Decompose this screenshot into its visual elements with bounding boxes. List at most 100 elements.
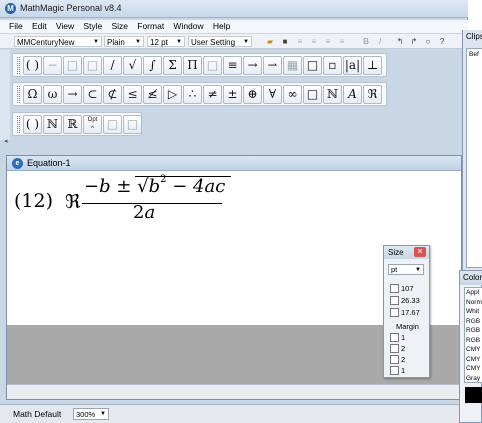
subscript-template[interactable]: □ [123,115,142,134]
infinity-symbol[interactable]: ∞ [283,85,302,104]
parentheses-template[interactable]: ( ) [23,56,42,75]
slash-template[interactable]: / [103,56,122,75]
triangle-symbol[interactable]: ▷ [163,85,182,104]
align-center-button[interactable]: ≡ [308,36,320,47]
color-item[interactable]: RGB [465,326,482,336]
margin-value-3: 2 [401,355,406,364]
not-less-equal-symbol[interactable]: ≰ [143,85,162,104]
grip-handle[interactable] [17,57,20,74]
parentheses-template[interactable]: ( ) [23,115,42,134]
size-row-3[interactable]: 17.67 [390,308,420,317]
menu-style[interactable]: Style [83,20,102,33]
menu-view[interactable]: View [56,20,74,33]
subset-symbol[interactable]: ⊂ [83,85,102,104]
margin-row-1[interactable]: 1 [390,333,405,342]
setting-select[interactable]: User Setting ▼ [188,36,252,47]
matrix-template[interactable]: ▦ [283,56,302,75]
align-right-button[interactable]: ≡ [322,36,334,47]
zoom-button[interactable]: ○ [422,36,434,47]
fraktur-r-symbol[interactable]: ℜ [363,85,382,104]
product-template[interactable]: Π [183,56,202,75]
double-n-symbol[interactable]: ℕ [43,115,62,134]
option-button[interactable]: Opt ^ [83,115,102,134]
script-a-symbol[interactable]: A [343,85,362,104]
horizontal-scrollbar[interactable] [7,384,461,399]
margin-row-2[interactable]: 2 [390,344,405,353]
color-item[interactable]: CMY [465,364,482,374]
harpoon-template[interactable]: ⇀ [263,56,282,75]
zoom-select[interactable]: 300% ▼ [73,408,109,420]
script-template[interactable]: ▫ [323,56,342,75]
help-button[interactable]: ? [436,36,448,47]
therefore-symbol[interactable]: ∴ [183,85,202,104]
size-value-3: 17.67 [401,308,420,317]
color-palette: Color Appl Norm Whit RGB RGB RGB CMY CMY… [459,270,482,423]
close-icon[interactable]: ✕ [414,247,426,257]
bold-button[interactable]: B [360,36,372,47]
open-folder-icon[interactable]: ▰ [264,36,276,47]
omega-upper-symbol[interactable]: Ω [23,85,42,104]
save-icon[interactable]: ■ [279,36,291,47]
margin-icon [390,333,399,342]
align-left-button[interactable]: ≡ [294,36,306,47]
grip-handle[interactable] [17,86,20,103]
margin-row-4[interactable]: 1 [390,366,405,375]
menu-help[interactable]: Help [213,20,230,33]
size-row-1[interactable]: 107 [390,284,414,293]
clipboard-entry[interactable]: Bef [469,51,479,58]
align-justify-button[interactable]: ≡ [336,36,348,47]
square-symbol[interactable]: □ [303,85,322,104]
color-item[interactable]: CMY [465,345,482,355]
grip-handle[interactable] [17,116,20,133]
box-template[interactable]: □ [303,56,322,75]
right-arrow-symbol[interactable]: → [63,85,82,104]
menu-file[interactable]: File [9,20,23,33]
fraction-template[interactable]: − [43,56,62,75]
arrow-template[interactable]: → [243,56,262,75]
current-color-swatch[interactable] [465,387,482,403]
plus-minus-symbol[interactable]: ± [223,85,242,104]
double-n-symbol[interactable]: ℕ [323,85,342,104]
font-select[interactable]: MMCenturyNew ▼ [14,36,102,47]
menu-window[interactable]: Window [173,20,203,33]
color-item[interactable]: Gray [465,374,482,383]
denominator-variable: a [144,202,156,223]
superscript-template[interactable]: □ [103,115,122,134]
menu-edit[interactable]: Edit [32,20,47,33]
not-subset-symbol[interactable]: ⊄ [103,85,122,104]
color-list[interactable]: Appl Norm Whit RGB RGB RGB CMY CMY CMY G… [464,287,482,383]
unit-select[interactable]: pt ▼ [388,264,424,275]
menu-size[interactable]: Size [111,20,128,33]
clipboard-list[interactable]: Bef [466,48,482,268]
abs-value-template[interactable]: |a| [343,56,362,75]
underscript-template[interactable]: □ [203,56,222,75]
color-item[interactable]: Norm [465,298,482,308]
color-item[interactable]: RGB [465,317,482,327]
color-item[interactable]: CMY [465,355,482,365]
color-item[interactable]: Appl [465,288,482,298]
circled-plus-symbol[interactable]: ⊕ [243,85,262,104]
superscript-template[interactable]: □ [83,56,102,75]
italic-button[interactable]: I [374,36,386,47]
redo-button[interactable]: ↱ [408,36,420,47]
size-select[interactable]: 12 pt ▼ [147,36,185,47]
subscript-template[interactable]: □ [63,56,82,75]
perp-template[interactable]: ⊥ [363,56,382,75]
double-r-symbol[interactable]: ℝ [63,115,82,134]
not-equal-symbol[interactable]: ≠ [203,85,222,104]
undo-button[interactable]: ↰ [394,36,406,47]
menu-format[interactable]: Format [137,20,164,33]
omega-lower-symbol[interactable]: ω [43,85,62,104]
color-item[interactable]: RGB [465,336,482,346]
integral-template[interactable]: ∫ [143,56,162,75]
less-equal-symbol[interactable]: ≤ [123,85,142,104]
size-row-2[interactable]: 26.33 [390,296,420,305]
for-all-symbol[interactable]: ∀ [263,85,282,104]
collapse-left-icon[interactable]: ◂ [4,137,8,145]
radical-template[interactable]: √ [123,56,142,75]
margin-row-3[interactable]: 2 [390,355,405,364]
overbar-template[interactable]: ≡ [223,56,242,75]
color-item[interactable]: Whit [465,307,482,317]
style-select[interactable]: Plain ▼ [104,36,144,47]
summation-template[interactable]: Σ [163,56,182,75]
